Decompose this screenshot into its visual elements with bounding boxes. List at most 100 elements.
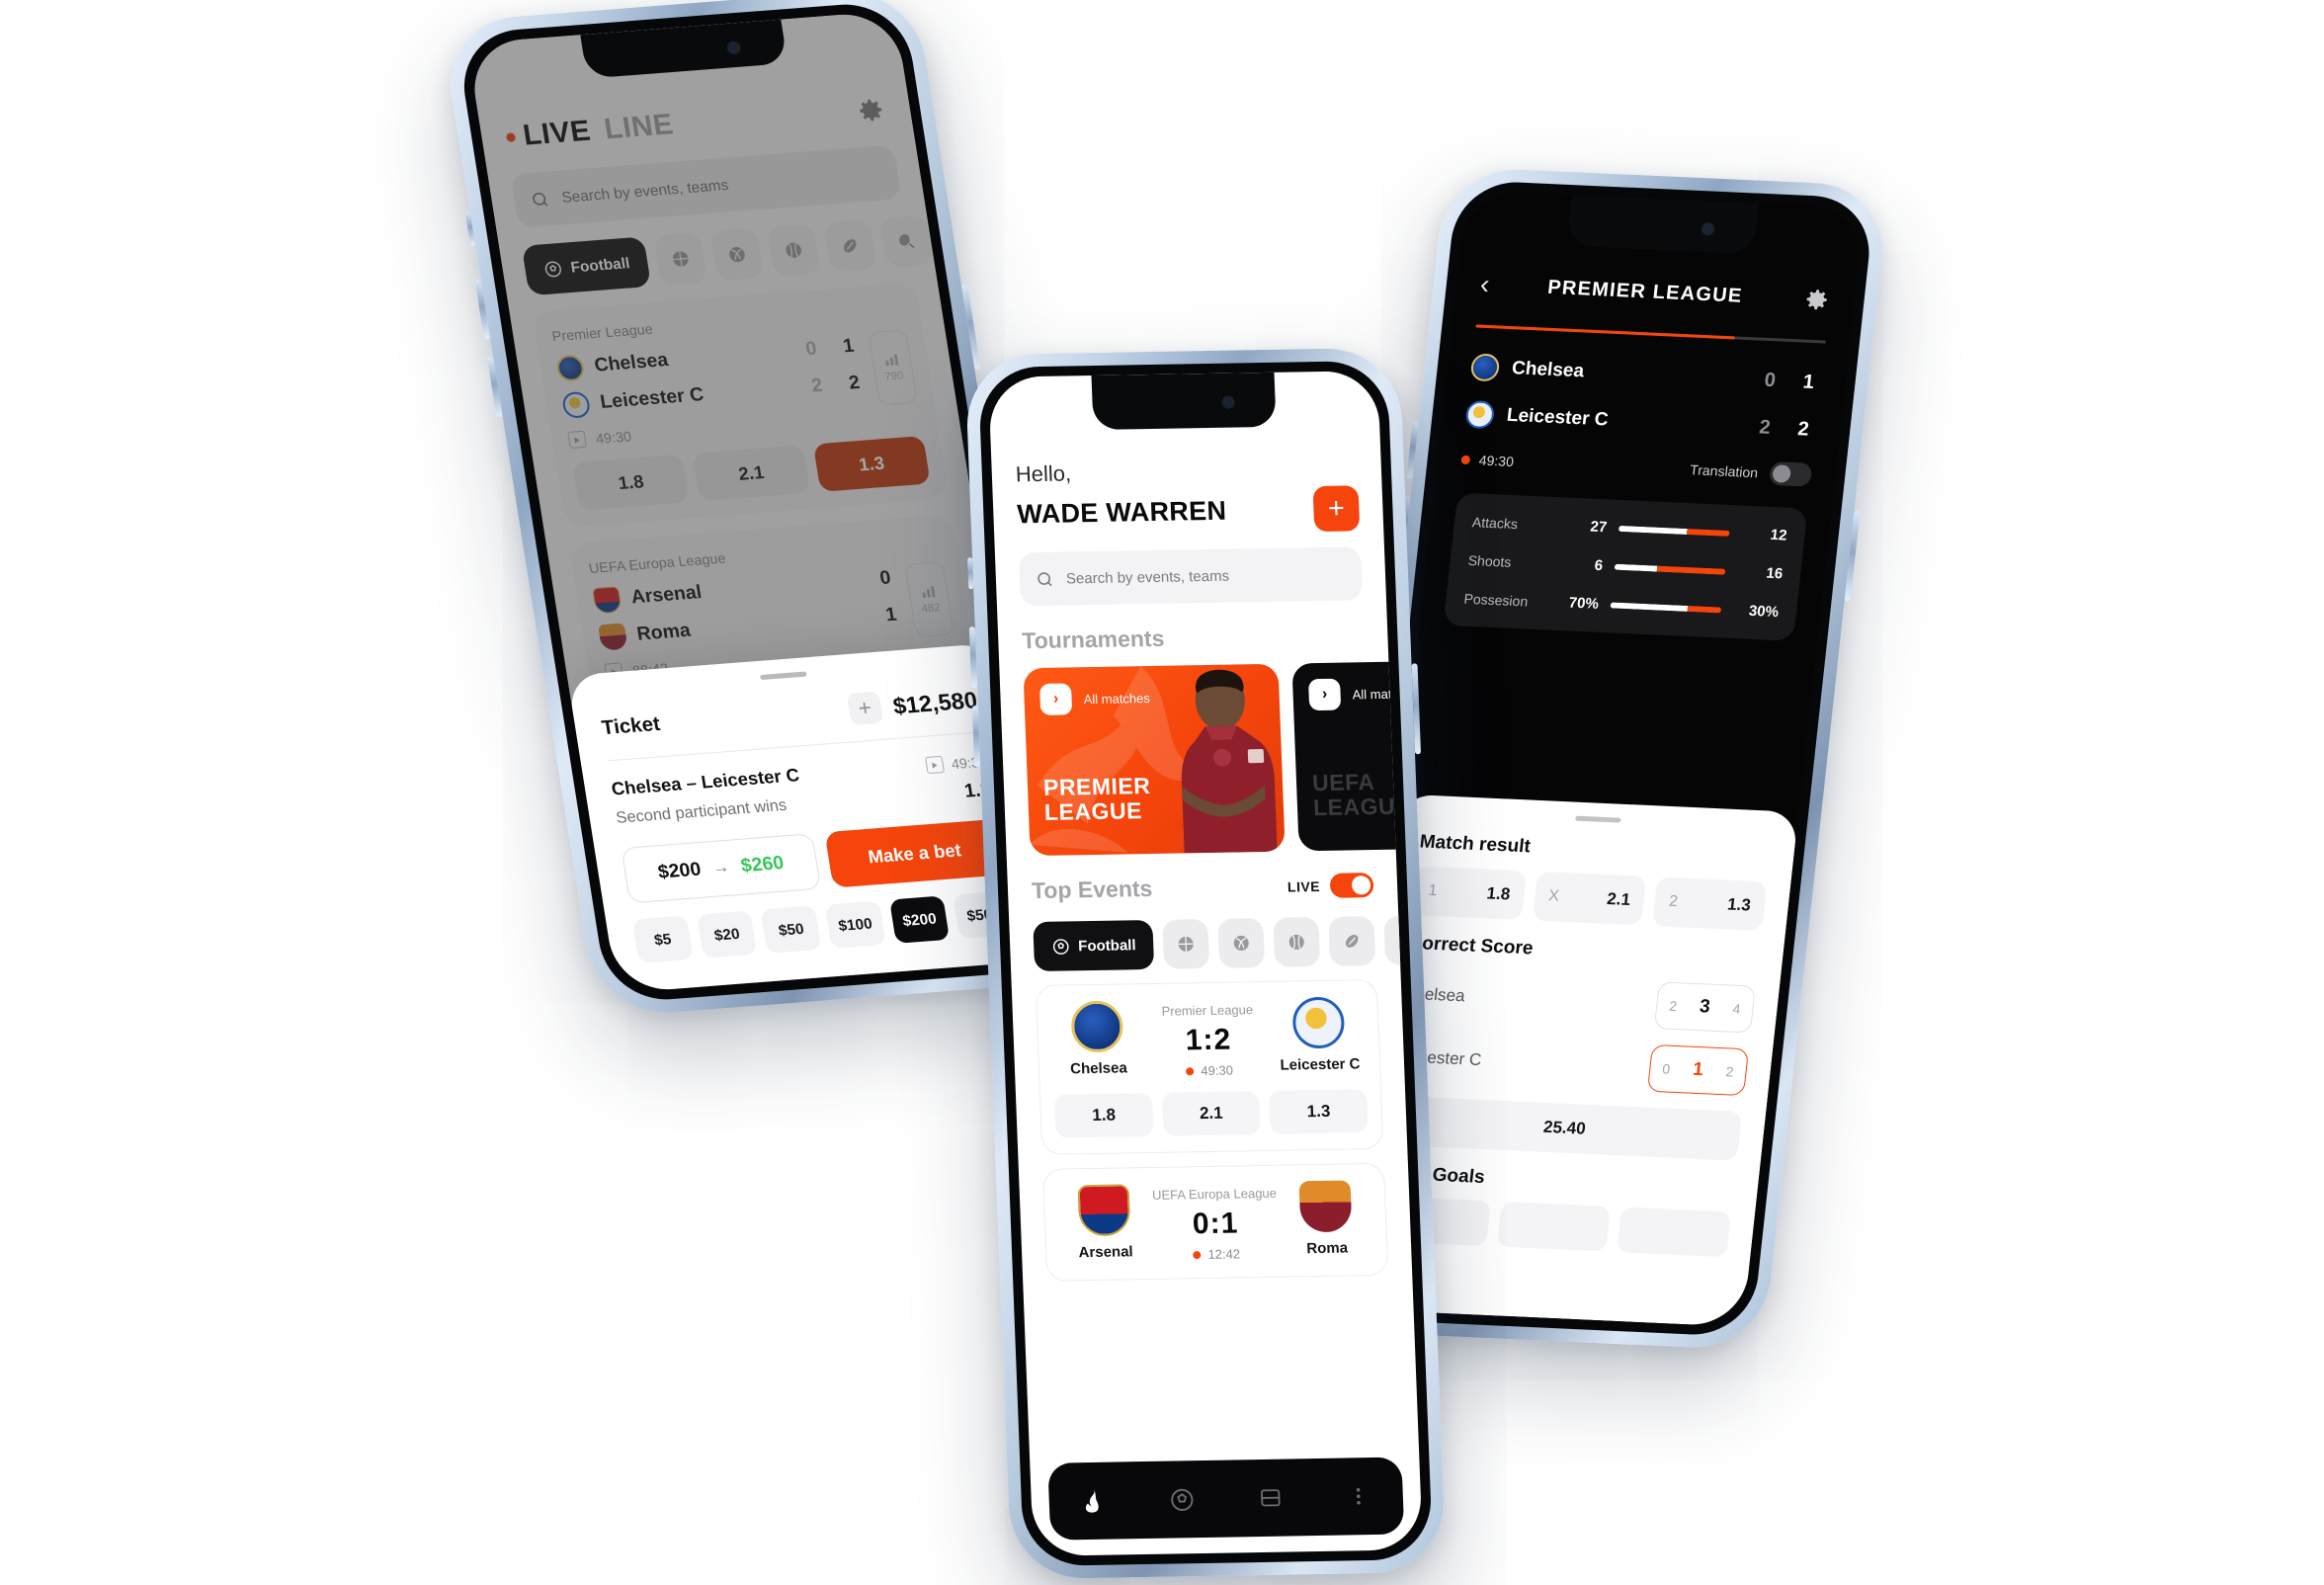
back-button[interactable]: ‹: [1478, 269, 1491, 299]
stepper-prev[interactable]: 2: [1668, 998, 1678, 1014]
sport-chip-volleyball[interactable]: [709, 227, 765, 282]
event-top: Arsenal UEFA Europa League 0:1 12:42 Rom…: [1058, 1180, 1373, 1264]
correct-score-odd[interactable]: 25.40: [1386, 1095, 1743, 1161]
search-input[interactable]: Search by events, teams: [510, 144, 902, 228]
odd-button-1[interactable]: 1.8: [572, 454, 691, 511]
leicester-crest-icon: [1464, 400, 1496, 430]
sport-chip-tennis[interactable]: [1383, 915, 1423, 965]
search-placeholder: Search by events, teams: [1065, 567, 1230, 587]
live-dot-icon: [1193, 1250, 1202, 1259]
total-goals-title: Total Goals: [1382, 1162, 1486, 1189]
search-input[interactable]: Search by events, teams: [1018, 546, 1363, 607]
viewers-badge[interactable]: 482: [904, 560, 954, 638]
tab-line[interactable]: LINE: [602, 109, 676, 147]
sport-chip-basketball[interactable]: [1162, 918, 1210, 969]
detail-timer: 49:30: [1460, 452, 1515, 469]
translation-toggle[interactable]: [1768, 460, 1813, 487]
sport-chip-tennis[interactable]: [879, 214, 935, 269]
detail-score-away: 2: [1796, 417, 1810, 441]
detail-team-name-away: Leicester C: [1505, 404, 1610, 431]
correct-score-title: Correct Score: [1407, 932, 1535, 959]
market-button-2[interactable]: 2 1.3: [1652, 876, 1768, 932]
sheet-grab-handle[interactable]: [759, 671, 807, 681]
score-stepper-home[interactable]: 2 3 4: [1653, 981, 1757, 1034]
power-button: [960, 284, 981, 371]
stat-right-value: 30%: [1748, 602, 1780, 622]
sport-chip-football[interactable]: Football: [521, 236, 652, 296]
event-odd-1[interactable]: 1.8: [1053, 1092, 1154, 1138]
event-card[interactable]: Arsenal UEFA Europa League 0:1 12:42 Rom…: [1041, 1162, 1389, 1282]
gear-icon[interactable]: [851, 93, 888, 127]
notch: [1566, 195, 1760, 255]
team-name-home: Chelsea: [593, 349, 670, 376]
detail-team-row-away: Leicester C 2 2: [1464, 400, 1817, 444]
ticket-header: Ticket + $12,580: [599, 683, 983, 762]
quick-amount-row: $5 $20 $50 $100 $200 $500: [631, 890, 1015, 963]
soccer-ball-icon: [1052, 938, 1069, 955]
odd-button-2[interactable]: 1.3: [812, 435, 931, 492]
quick-amount-100[interactable]: $100: [824, 900, 886, 949]
top-events-title: Top Events: [1031, 875, 1153, 904]
market-odd: 1.8: [1485, 883, 1512, 904]
add-button[interactable]: +: [1312, 485, 1361, 533]
score-away-prev: 2: [809, 375, 825, 397]
stake-field[interactable]: $200 → $260: [621, 833, 822, 904]
volume-down-button: [971, 706, 981, 768]
sport-chip-volleyball[interactable]: [1217, 917, 1266, 968]
front-camera-icon: [1701, 222, 1716, 236]
tab-more[interactable]: [1341, 1479, 1375, 1514]
page-title: PREMIER LEAGUE: [1546, 276, 1744, 307]
quick-amount-50[interactable]: $50: [760, 905, 822, 954]
tab-sports[interactable]: [1164, 1482, 1199, 1517]
quick-amount-5[interactable]: $5: [631, 915, 694, 963]
sport-chip-football[interactable]: Football: [1033, 919, 1155, 972]
chevron-right-icon[interactable]: ›: [1308, 678, 1342, 711]
event-middle: UEFA Europa League 0:1 12:42: [1149, 1182, 1283, 1263]
tab-flame[interactable]: [1076, 1484, 1111, 1519]
odd-button-x[interactable]: 2.1: [692, 445, 810, 502]
stepper-next[interactable]: 2: [1725, 1063, 1735, 1079]
event-league: Premier League: [1161, 1002, 1254, 1019]
stat-left-value: 70%: [1567, 594, 1600, 613]
stepper-next[interactable]: 4: [1732, 1001, 1742, 1017]
match-card[interactable]: Premier League Chelsea 0 1 Leicester C 2…: [532, 282, 950, 528]
mute-switch: [464, 211, 476, 246]
event-odd-2[interactable]: 1.3: [1269, 1089, 1369, 1134]
tournament-banner-premier-league[interactable]: › All matches PREMIER LEAGUE: [1023, 663, 1286, 857]
baseball-icon: [786, 242, 802, 258]
correct-score-row-home: Chelsea 2 3 4: [1401, 970, 1757, 1034]
market-button-x[interactable]: X 2.1: [1532, 871, 1647, 926]
basketball-icon: [673, 251, 689, 267]
event-odd-x[interactable]: 2.1: [1161, 1091, 1262, 1136]
total-goals-option[interactable]: [1617, 1207, 1732, 1258]
tab-live[interactable]: LIVE: [521, 115, 593, 152]
viewers-badge[interactable]: 790: [868, 329, 918, 406]
detail-teams: Chelsea 0 1 Leicester C 2 2: [1441, 326, 1849, 445]
event-card[interactable]: Chelsea Premier League 1:2 49:30 Leicest…: [1035, 978, 1384, 1155]
tournament-banner-uefa-league[interactable]: › All matches UEFA LEAGUE: [1291, 658, 1423, 852]
tab-bets[interactable]: [1253, 1481, 1287, 1516]
chevron-right-icon[interactable]: ›: [1039, 683, 1073, 715]
live-toggle[interactable]: [1329, 873, 1374, 898]
sport-chip-baseball[interactable]: [767, 223, 821, 278]
market-button-1[interactable]: 1 1.8: [1411, 866, 1527, 921]
score-stepper-away[interactable]: 0 1 2: [1646, 1043, 1750, 1097]
quick-amount-200[interactable]: $200: [888, 895, 951, 944]
sport-chip-basketball[interactable]: [653, 231, 708, 286]
stepper-prev[interactable]: 0: [1662, 1060, 1672, 1076]
team-name-home: Arsenal: [629, 581, 704, 609]
quick-amount-20[interactable]: $20: [696, 910, 758, 959]
add-funds-button[interactable]: +: [846, 691, 884, 726]
event-team-name-away: Roma: [1305, 1239, 1349, 1258]
sport-chip-american-football[interactable]: [823, 218, 878, 273]
stepper-current: 1: [1692, 1058, 1704, 1081]
make-a-bet-button[interactable]: Make a bet: [824, 818, 1005, 888]
flame-icon: [1085, 1489, 1099, 1513]
gear-icon[interactable]: [1799, 285, 1832, 315]
event-team-name-home: Arsenal: [1078, 1243, 1133, 1262]
sheet-grab-handle[interactable]: [1575, 815, 1621, 823]
sport-chip-baseball[interactable]: [1273, 917, 1321, 967]
total-goals-option[interactable]: [1496, 1201, 1612, 1252]
sport-chip-american-football[interactable]: [1328, 916, 1376, 966]
match-stats-panel: Attacks 27 12 Shoots 6 16 Possesion 70% …: [1443, 492, 1808, 641]
